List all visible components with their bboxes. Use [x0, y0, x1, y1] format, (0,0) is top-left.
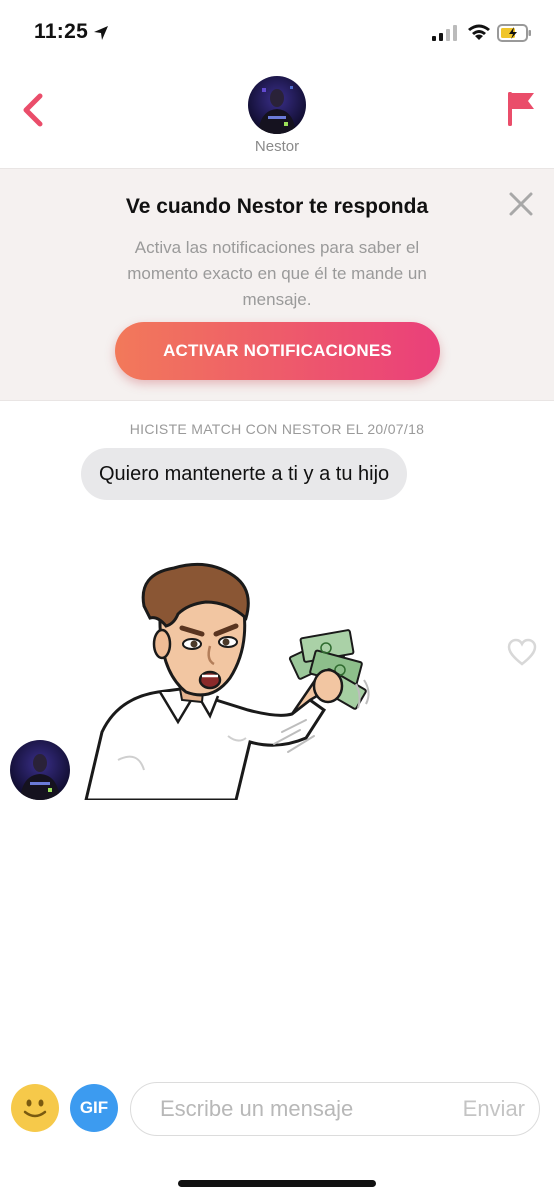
status-bar: 11:25	[0, 0, 554, 70]
received-message-bubble[interactable]: Quiero mantenerte a ti y a tu hijo	[81, 448, 408, 500]
emoji-button[interactable]	[11, 1084, 59, 1132]
match-avatar[interactable]	[248, 76, 306, 134]
location-arrow-icon	[94, 26, 108, 40]
message-input[interactable]: Escribe un mensaje Enviar	[130, 1082, 540, 1136]
chat-header: Nestor	[0, 70, 554, 168]
status-time: 11:25	[34, 20, 89, 43]
report-flag-icon[interactable]	[506, 90, 536, 128]
smiley-icon	[23, 1099, 47, 1118]
wifi-icon	[468, 24, 490, 40]
match-date-label: HICISTE MATCH CON NESTOR EL 20/07/18	[129, 421, 425, 437]
battery-icon	[497, 24, 531, 42]
enable-notifications-button[interactable]: ACTIVAR NOTIFICACIONES	[115, 322, 440, 380]
match-name: Nestor	[254, 138, 300, 155]
cellular-signal-icon	[432, 25, 457, 41]
message-composer: GIF Escribe un mensaje Enviar	[0, 1080, 554, 1140]
message-input-placeholder: Escribe un mensaje	[160, 1096, 354, 1121]
notification-banner: Ve cuando Nestor te responda Activa las …	[0, 168, 554, 401]
send-button[interactable]: Enviar	[463, 1083, 525, 1135]
bitmoji-sticker[interactable]	[78, 560, 378, 800]
notification-title: Ve cuando Nestor te responda	[125, 195, 429, 218]
home-indicator	[178, 1180, 376, 1187]
notification-text: Activa las notificaciones para saber el …	[127, 238, 427, 309]
like-heart-icon[interactable]	[507, 638, 537, 666]
gif-button[interactable]: GIF	[70, 1084, 118, 1132]
sender-avatar[interactable]	[10, 740, 70, 800]
back-chevron-icon[interactable]	[18, 90, 52, 130]
